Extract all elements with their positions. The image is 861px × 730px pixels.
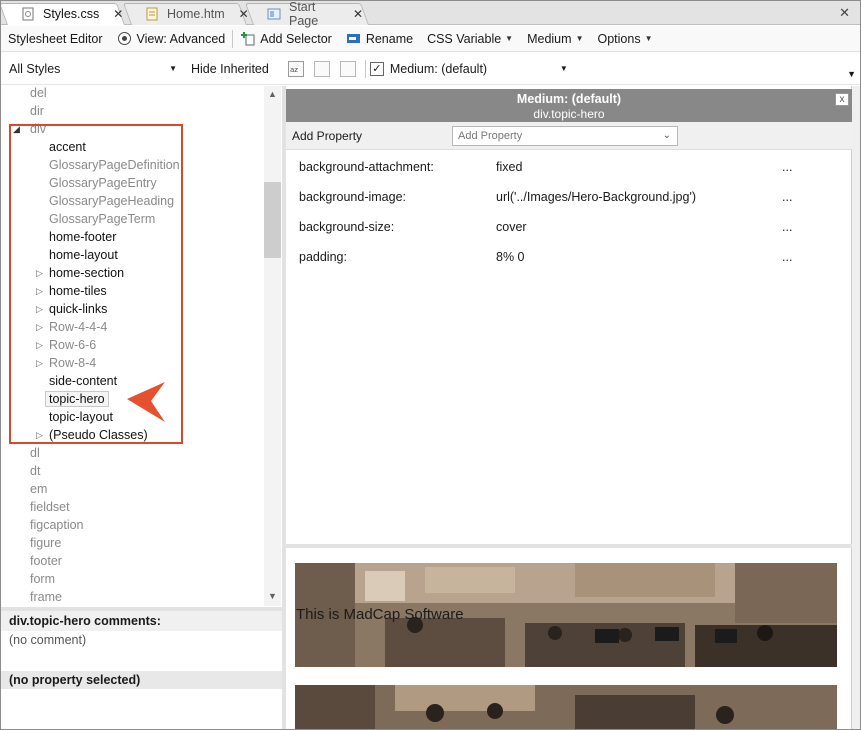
toolbar: Stylesheet Editor View: Advanced Add Sel… bbox=[1, 26, 860, 52]
properties-panel: Medium: (default) div.topic-hero x Add P… bbox=[286, 86, 852, 546]
property-more-button[interactable]: ... bbox=[782, 160, 792, 174]
hide-inherited-button[interactable]: Hide Inherited bbox=[181, 56, 276, 82]
property-value[interactable]: 8% 0 bbox=[496, 250, 525, 264]
svg-text:az: az bbox=[290, 66, 298, 74]
scroll-down-icon[interactable]: ▼ bbox=[268, 591, 277, 601]
tree-item[interactable]: figcaption bbox=[30, 516, 84, 534]
right-gutter bbox=[852, 86, 860, 729]
property-row[interactable]: background-attachment: fixed ... bbox=[286, 160, 852, 180]
comments-header: div.topic-hero comments: bbox=[1, 611, 282, 631]
selector-title: div.topic-hero bbox=[533, 107, 605, 121]
tree-item[interactable]: fieldset bbox=[30, 498, 70, 516]
chevron-down-icon: ⌄ bbox=[662, 130, 671, 141]
overflow-icon[interactable]: ▼ bbox=[847, 69, 856, 79]
close-icon[interactable]: x bbox=[835, 93, 849, 106]
tab-styles-css[interactable]: Styles.css ✕ bbox=[1, 3, 126, 25]
hero-preview-image-2 bbox=[295, 685, 837, 729]
rename-icon bbox=[346, 31, 361, 46]
close-icon[interactable]: ✕ bbox=[353, 7, 363, 21]
property-row[interactable]: background-image: url('../Images/Hero-Ba… bbox=[286, 190, 852, 210]
sort-az-icon[interactable]: az bbox=[287, 60, 304, 77]
scroll-thumb[interactable] bbox=[264, 182, 281, 258]
property-selection-status: (no property selected) bbox=[1, 671, 282, 689]
collapse-all-icon[interactable] bbox=[313, 60, 330, 77]
add-property-label: Add Property bbox=[292, 129, 363, 143]
tab-label: Start Page bbox=[289, 0, 319, 28]
options-menu[interactable]: Options ▼ bbox=[590, 26, 659, 52]
property-name: padding: bbox=[299, 250, 347, 264]
tree-scrollbar[interactable]: ▲ ▼ bbox=[264, 86, 281, 606]
tree-item[interactable]: del bbox=[30, 86, 47, 102]
close-icon[interactable]: ✕ bbox=[239, 7, 249, 21]
close-all-icon[interactable]: ✕ bbox=[839, 5, 850, 21]
property-value[interactable]: fixed bbox=[496, 160, 522, 174]
css-variable-menu[interactable]: CSS Variable ▼ bbox=[420, 26, 520, 52]
tab-label: Styles.css bbox=[43, 7, 100, 21]
property-more-button[interactable]: ... bbox=[782, 250, 792, 264]
close-icon[interactable]: ✕ bbox=[113, 7, 123, 21]
html-file-icon bbox=[145, 7, 159, 21]
tab-start-page[interactable]: Start Page ✕ bbox=[244, 0, 369, 28]
add-property-select[interactable]: Add Property ⌄ bbox=[452, 126, 678, 146]
filter-divider bbox=[364, 59, 366, 78]
add-selector-button[interactable]: Add Selector bbox=[233, 26, 339, 52]
tab-label: Home.htm bbox=[167, 7, 225, 21]
callout-arrow-icon bbox=[127, 382, 165, 422]
property-name: background-size: bbox=[299, 220, 395, 234]
stylesheet-editor-label: Stylesheet Editor bbox=[8, 31, 103, 46]
style-preview: This is MadCap Software bbox=[286, 548, 852, 729]
start-page-icon bbox=[267, 7, 281, 21]
property-value[interactable]: cover bbox=[496, 220, 527, 234]
view-advanced-button[interactable]: View: Advanced bbox=[110, 26, 233, 52]
style-filter-select[interactable]: All Styles ▼ bbox=[1, 58, 181, 80]
hero-text: This is MadCap Software bbox=[296, 606, 464, 623]
tree-item[interactable]: form bbox=[30, 570, 55, 588]
hero-preview-image: This is MadCap Software bbox=[295, 563, 837, 667]
caret-down-icon: ▼ bbox=[644, 34, 653, 43]
property-row[interactable]: background-size: cover ... bbox=[286, 220, 852, 240]
medium-checkbox[interactable]: ✓ bbox=[369, 61, 384, 76]
tree-item[interactable]: frame bbox=[30, 588, 62, 606]
rename-button[interactable]: Rename bbox=[339, 26, 420, 52]
caret-down-icon: ▼ bbox=[559, 63, 568, 73]
property-more-button[interactable]: ... bbox=[782, 190, 792, 204]
view-icon bbox=[117, 31, 132, 46]
caret-down-icon: ▼ bbox=[169, 63, 177, 73]
property-name: background-attachment: bbox=[299, 160, 434, 174]
property-more-button[interactable]: ... bbox=[782, 220, 792, 234]
caret-down-icon: ▼ bbox=[505, 34, 514, 43]
add-property-bar: Add Property Add Property ⌄ bbox=[286, 122, 852, 150]
scroll-up-icon[interactable]: ▲ bbox=[268, 89, 277, 99]
tree-item[interactable]: dt bbox=[30, 462, 40, 480]
filter-bar: All Styles ▼ Hide Inherited az ✓ Medium:… bbox=[1, 53, 860, 85]
property-row[interactable]: padding: 8% 0 ... bbox=[286, 250, 852, 270]
tree-item[interactable]: dir bbox=[30, 102, 44, 120]
app-window: Styles.css ✕ Home.htm ✕ Start Page ✕ ✕ S… bbox=[0, 0, 861, 730]
comments-text[interactable]: (no comment) bbox=[1, 631, 282, 649]
tree-item[interactable]: dl bbox=[30, 444, 40, 462]
caret-down-icon: ▼ bbox=[575, 34, 584, 43]
medium-menu[interactable]: Medium ▼ bbox=[520, 26, 590, 52]
tree-item[interactable]: footer bbox=[30, 552, 62, 570]
medium-select[interactable]: Medium: (default) ▼ bbox=[390, 58, 572, 80]
medium-title: Medium: (default) bbox=[516, 92, 622, 106]
tree-item[interactable]: em bbox=[30, 480, 47, 498]
add-selector-icon bbox=[240, 31, 255, 46]
css-file-icon bbox=[21, 7, 35, 21]
tab-strip: Styles.css ✕ Home.htm ✕ Start Page ✕ ✕ bbox=[1, 0, 860, 28]
expand-all-icon[interactable] bbox=[339, 60, 356, 77]
properties-header: Medium: (default) div.topic-hero x bbox=[286, 89, 852, 122]
tree-item[interactable]: figure bbox=[30, 534, 61, 552]
property-value[interactable]: url('../Images/Hero-Background.jpg') bbox=[496, 190, 696, 204]
tab-home-htm[interactable]: Home.htm ✕ bbox=[122, 3, 249, 25]
comments-panel: div.topic-hero comments: (no comment) bbox=[1, 607, 282, 729]
property-name: background-image: bbox=[299, 190, 407, 204]
